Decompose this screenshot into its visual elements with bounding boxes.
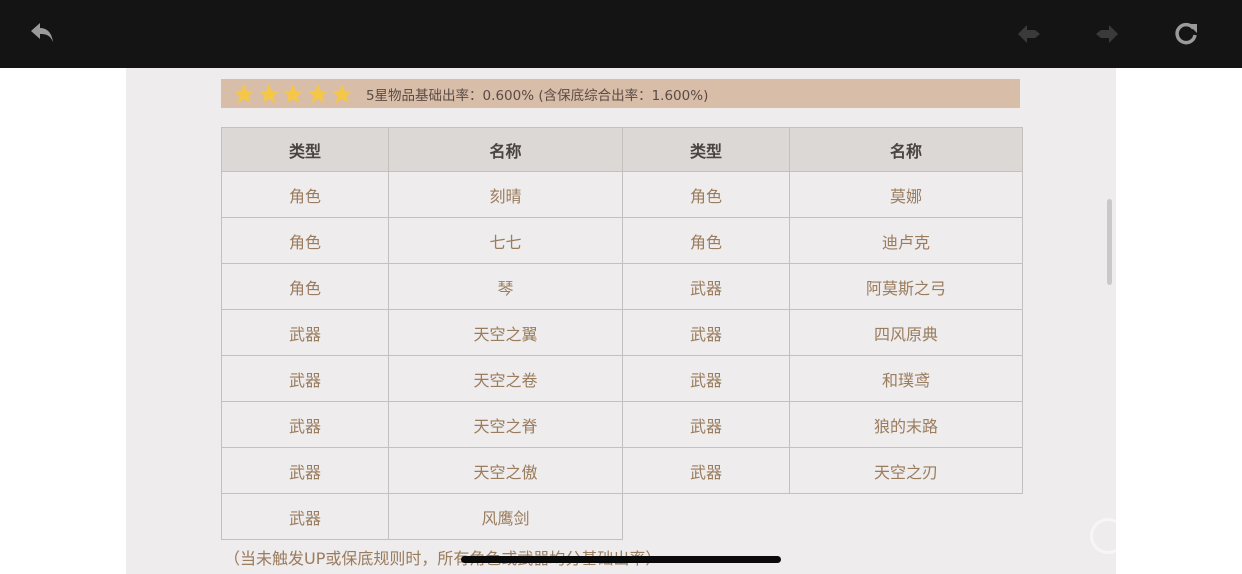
table-cell: 武器 xyxy=(622,401,790,448)
five-star-rate-banner: 5星物品基础出率：0.600% (含保底综合出率：1.600%) xyxy=(221,79,1020,108)
column-header-name: 名称 xyxy=(789,127,1023,172)
top-toolbar xyxy=(0,0,1242,68)
star-icon xyxy=(232,83,256,105)
table-row: 武器 天空之傲 武器 天空之刃 xyxy=(221,447,1023,494)
table-row: 武器 风鹰剑 xyxy=(221,493,1023,540)
rate-text: 5星物品基础出率：0.600% (含保底综合出率：1.600%) xyxy=(365,87,709,104)
table-cell: 四风原典 xyxy=(789,309,1023,356)
table-cell: 武器 xyxy=(622,263,790,310)
table-cell: 琴 xyxy=(388,263,623,310)
table-row: 角色 琴 武器 阿莫斯之弓 xyxy=(221,263,1023,310)
watermark-text: 搜搜游戏 xyxy=(1140,525,1228,550)
table-cell: 迪卢克 xyxy=(789,217,1023,264)
table-cell: 阿莫斯之弓 xyxy=(789,263,1023,310)
table-cell: 和璞鸢 xyxy=(789,355,1023,402)
undo-arrow-icon[interactable] xyxy=(27,18,59,50)
empty-cell xyxy=(790,494,1023,540)
table-cell: 刻晴 xyxy=(388,171,623,218)
star-icon xyxy=(330,83,354,105)
star-icon xyxy=(306,83,330,105)
table-cell: 七七 xyxy=(388,217,623,264)
refresh-icon[interactable] xyxy=(1170,18,1202,50)
table-cell: 武器 xyxy=(221,309,389,356)
item-pool-table: 类型 名称 类型 名称 角色 刻晴 角色 莫娜 角色 七七 角色 迪卢克 角色 … xyxy=(221,127,1023,540)
table-header-row: 类型 名称 类型 名称 xyxy=(221,127,1023,172)
home-indicator[interactable] xyxy=(461,556,781,563)
vertical-scrollbar[interactable] xyxy=(1107,199,1112,285)
empty-cell xyxy=(623,494,790,540)
watermark-logo: 搜搜游戏 xyxy=(1090,514,1240,558)
table-cell: 风鹰剑 xyxy=(388,493,623,540)
table-cell: 武器 xyxy=(622,355,790,402)
table-cell: 狼的末路 xyxy=(789,401,1023,448)
star-icon xyxy=(281,83,305,105)
column-header-type: 类型 xyxy=(221,127,389,172)
table-cell: 武器 xyxy=(622,447,790,494)
column-header-type: 类型 xyxy=(622,127,790,172)
star-rating xyxy=(232,83,355,105)
table-row: 武器 天空之卷 武器 和璞鸢 xyxy=(221,355,1023,402)
table-row: 武器 天空之翼 武器 四风原典 xyxy=(221,309,1023,356)
table-row: 角色 刻晴 角色 莫娜 xyxy=(221,171,1023,218)
diamond-right-arrow-icon[interactable] xyxy=(1091,18,1123,50)
table-cell: 天空之脊 xyxy=(388,401,623,448)
star-icon xyxy=(257,83,281,105)
table-cell: 天空之卷 xyxy=(388,355,623,402)
diamond-left-arrow-icon[interactable] xyxy=(1013,18,1045,50)
table-cell: 天空之刃 xyxy=(789,447,1023,494)
table-cell: 武器 xyxy=(221,447,389,494)
table-row: 角色 七七 角色 迪卢克 xyxy=(221,217,1023,264)
table-cell: 角色 xyxy=(221,217,389,264)
watermark-circle-icon xyxy=(1090,518,1126,554)
table-cell: 武器 xyxy=(221,401,389,448)
table-cell: 武器 xyxy=(221,493,389,540)
column-header-name: 名称 xyxy=(388,127,623,172)
table-cell: 角色 xyxy=(221,171,389,218)
table-cell: 武器 xyxy=(622,309,790,356)
table-row: 武器 天空之脊 武器 狼的末路 xyxy=(221,401,1023,448)
table-cell: 莫娜 xyxy=(789,171,1023,218)
table-cell: 角色 xyxy=(622,217,790,264)
table-cell: 角色 xyxy=(221,263,389,310)
table-cell: 武器 xyxy=(221,355,389,402)
table-cell: 角色 xyxy=(622,171,790,218)
table-cell: 天空之傲 xyxy=(388,447,623,494)
table-cell: 天空之翼 xyxy=(388,309,623,356)
